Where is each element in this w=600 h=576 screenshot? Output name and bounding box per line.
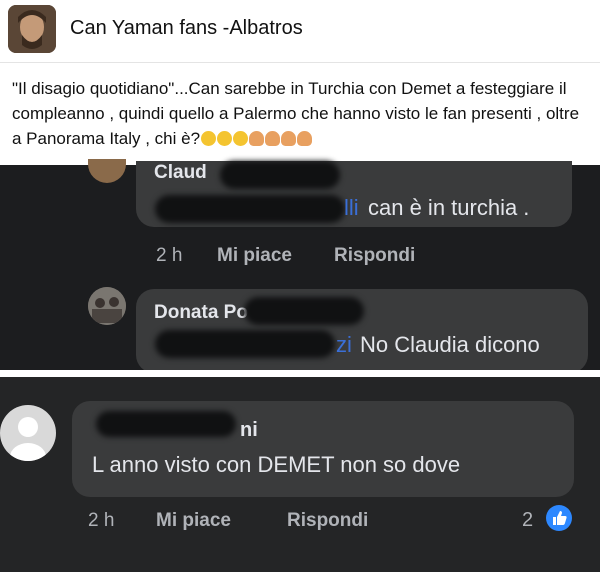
group-name[interactable]: Can Yaman fans -Albatros — [70, 17, 303, 40]
face-emoji — [217, 131, 233, 146]
comment-time: 2 h — [156, 245, 183, 266]
like-reaction-icon[interactable] — [546, 505, 572, 531]
reaction-count[interactable]: 2 — [522, 509, 533, 532]
face-emoji — [201, 131, 217, 146]
mention-tail[interactable]: lli — [344, 195, 359, 221]
commenter-avatar[interactable] — [88, 287, 126, 325]
redaction — [244, 297, 364, 325]
screenshot-panel-2: ni L anno visto con DEMET non so dove 2 … — [0, 377, 600, 572]
woman-emoji — [297, 131, 313, 146]
comment-text: L anno visto con DEMET non so dove — [92, 452, 461, 477]
commenter-name[interactable]: ni — [240, 419, 258, 442]
group-header: Can Yaman fans -Albatros — [0, 0, 600, 63]
mention-tail[interactable]: zi — [336, 332, 352, 358]
separator — [0, 370, 600, 377]
comment-text: No Claudia dicono — [360, 332, 540, 357]
woman-emoji — [249, 131, 265, 146]
commenter-name[interactable]: Donata Po — [154, 302, 248, 324]
default-avatar-icon[interactable] — [0, 405, 56, 461]
commenter-name[interactable]: Claud — [154, 162, 207, 184]
redaction — [155, 330, 335, 358]
woman-emoji — [281, 131, 297, 146]
reply-button[interactable]: Rispondi — [287, 510, 368, 532]
woman-emoji — [265, 131, 281, 146]
like-button[interactable]: Mi piace — [156, 510, 231, 532]
reply-button[interactable]: Rispondi — [334, 245, 415, 267]
redaction — [96, 411, 236, 437]
group-avatar[interactable] — [8, 5, 56, 53]
redaction — [220, 161, 340, 189]
redaction — [155, 195, 345, 223]
post-text: "Il disagio quotidiano"...Can sarebbe in… — [12, 76, 592, 151]
comment-text: can è in turchia . — [368, 195, 530, 220]
face-emoji — [233, 131, 249, 146]
like-button[interactable]: Mi piace — [217, 245, 292, 267]
comment-time: 2 h — [88, 510, 115, 531]
commenter-avatar[interactable] — [88, 159, 126, 183]
screenshot-panel-1: Claud lli can è in turchia . 2 h Mi piac… — [0, 159, 600, 373]
